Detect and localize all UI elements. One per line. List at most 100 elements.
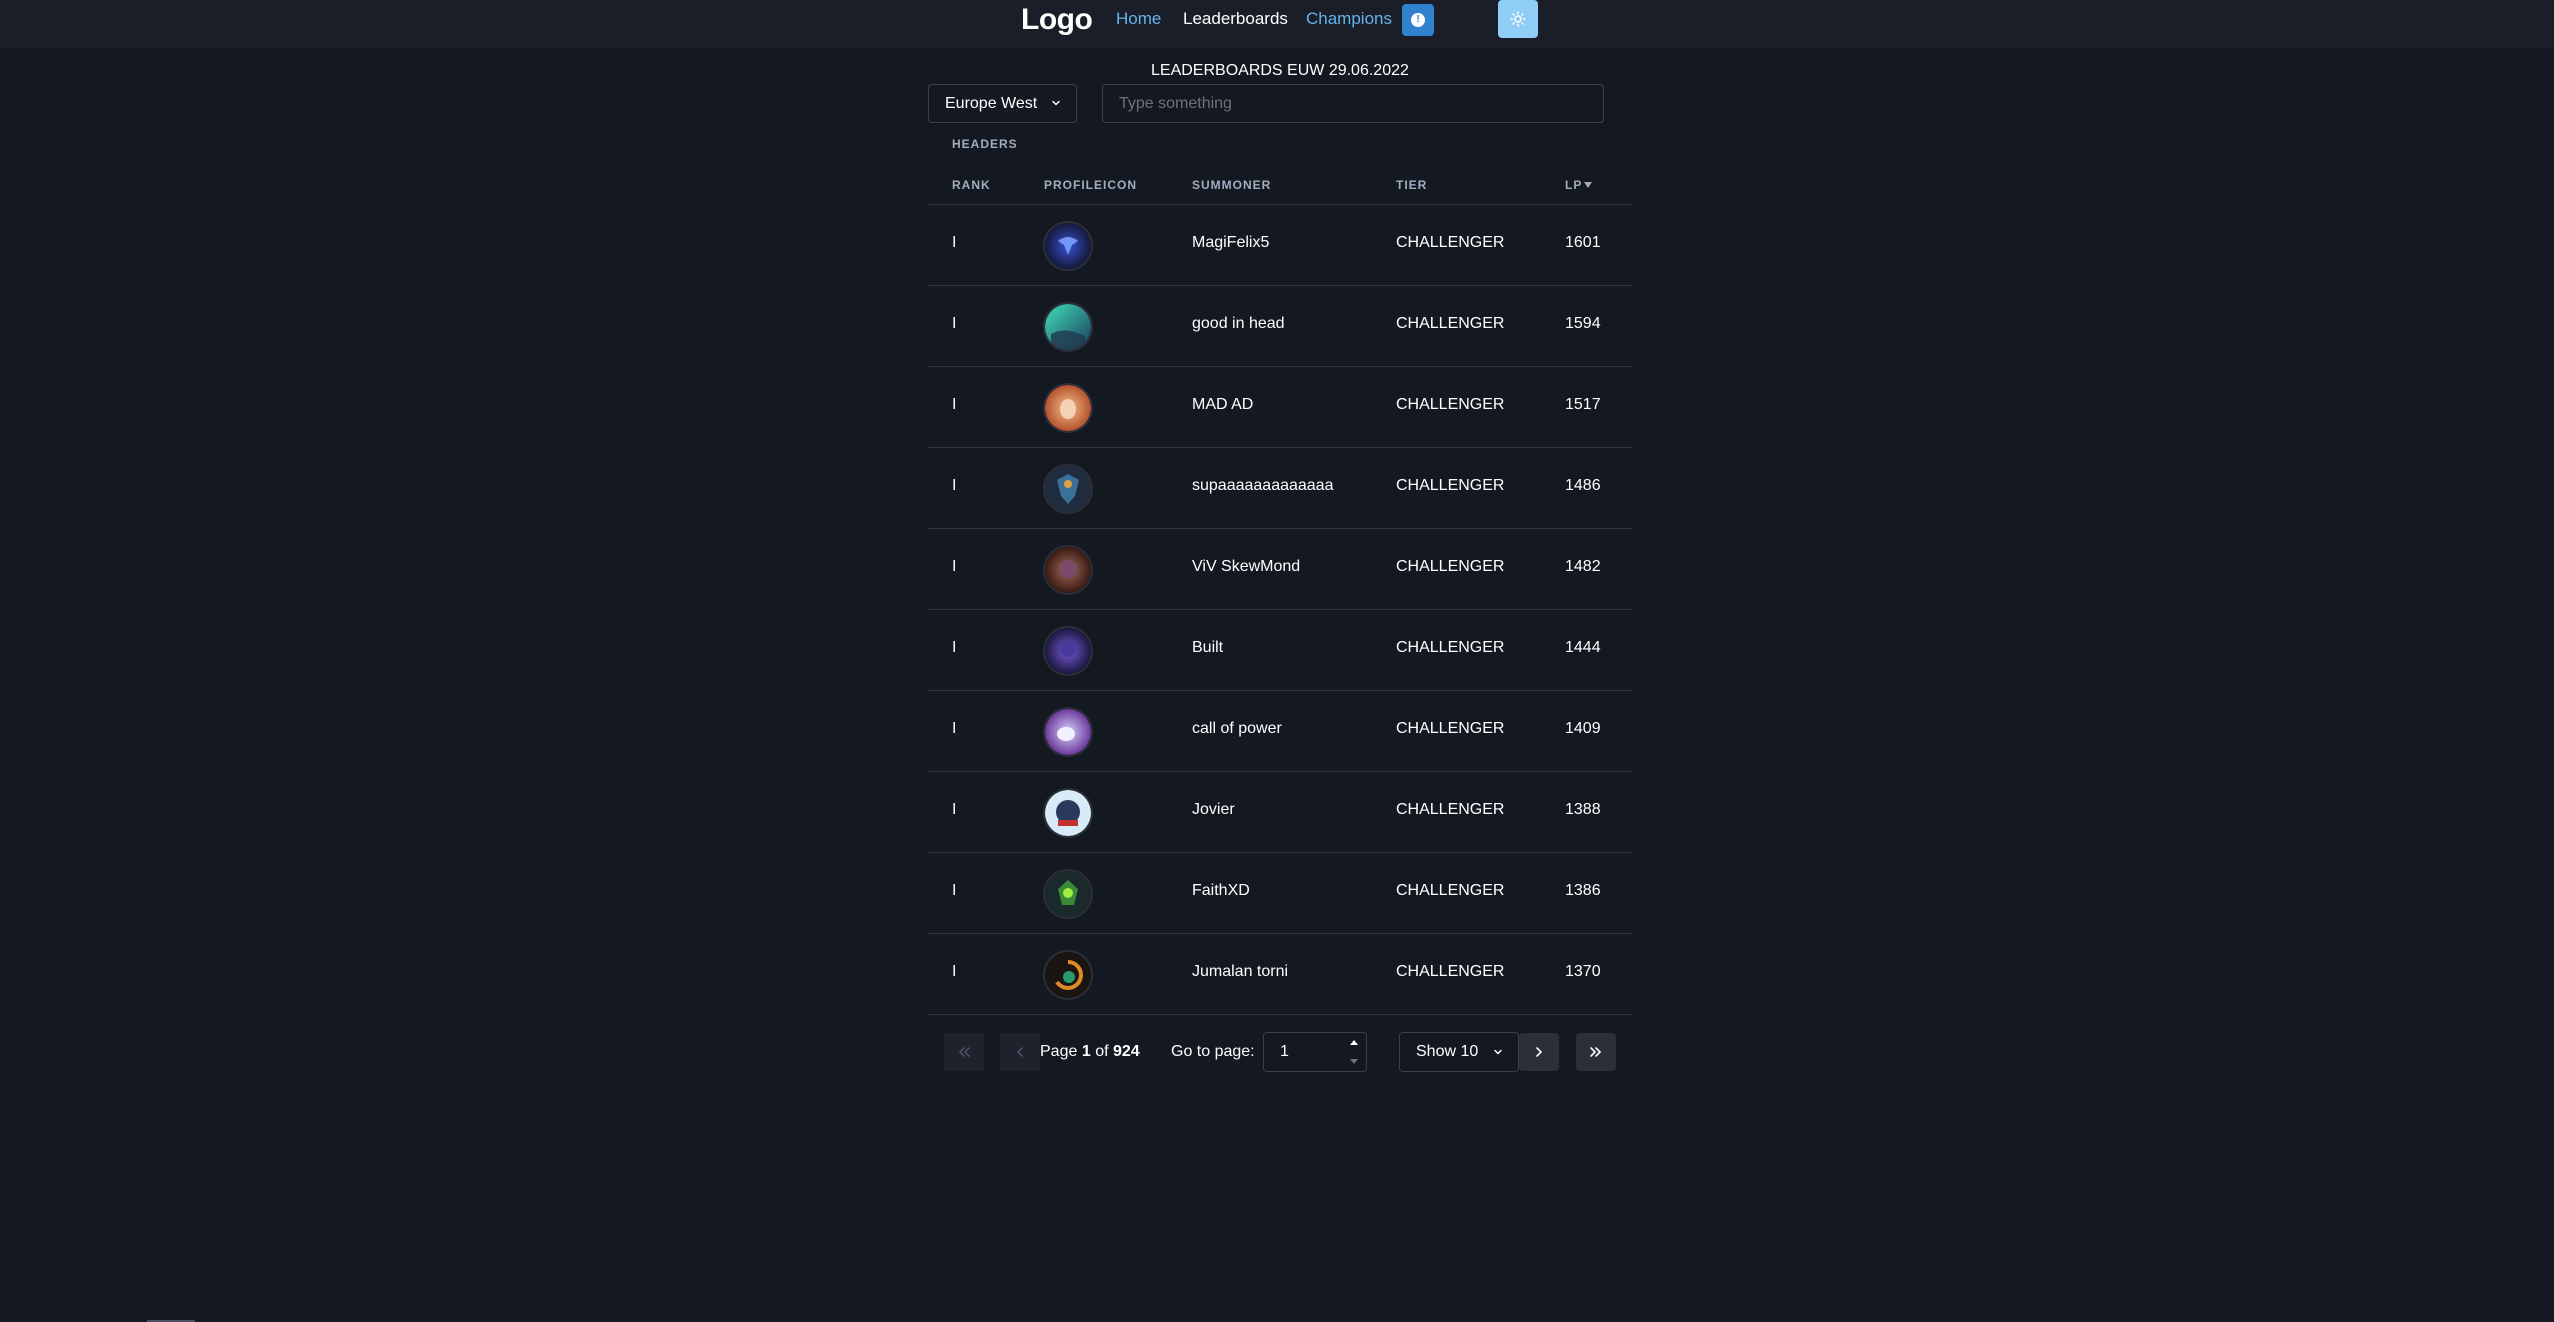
- lp-cell: 1517: [1565, 396, 1601, 413]
- summoner-name[interactable]: call of power: [1192, 720, 1282, 738]
- table-row[interactable]: I MagiFelix5 CHALLENGER 1601: [928, 205, 1632, 286]
- lp-cell: 1482: [1565, 558, 1601, 575]
- goto-page-input[interactable]: 1: [1263, 1032, 1367, 1072]
- nav-home-link[interactable]: Home: [1116, 9, 1161, 29]
- next-page-button[interactable]: [1519, 1033, 1559, 1071]
- page-prefix: Page: [1040, 1043, 1078, 1060]
- nav-leaderboards-link[interactable]: Leaderboards: [1183, 9, 1288, 29]
- profile-icon: [1043, 302, 1093, 352]
- rank-cell: I: [952, 882, 957, 899]
- table-row[interactable]: I FaithXD CHALLENGER 1386: [928, 853, 1632, 934]
- tier-cell: CHALLENGER: [1396, 558, 1505, 575]
- increment-icon[interactable]: [1349, 1039, 1359, 1046]
- summoner-name[interactable]: supaaaaaaaaaaaaa: [1192, 477, 1333, 495]
- region-select[interactable]: Europe West: [928, 84, 1077, 123]
- profile-icon: [1043, 221, 1093, 271]
- table-row[interactable]: I ViV SkewMond CHALLENGER 1482: [928, 529, 1632, 610]
- rank-cell: I: [952, 720, 957, 737]
- lp-cell: 1386: [1565, 882, 1601, 899]
- summoner-name[interactable]: Jovier: [1192, 801, 1235, 819]
- table-group-label: HEADERS: [952, 137, 1018, 151]
- goto-page-label: Go to page:: [1171, 1043, 1255, 1060]
- page-size-select[interactable]: Show 10: [1399, 1032, 1519, 1072]
- current-page: 1: [1081, 1043, 1091, 1060]
- table-row[interactable]: I call of power CHALLENGER 1409: [928, 691, 1632, 772]
- profile-icon: [1043, 545, 1093, 595]
- lp-cell: 1594: [1565, 315, 1601, 332]
- decrement-icon[interactable]: [1349, 1058, 1359, 1065]
- profile-icon: [1043, 626, 1093, 676]
- rank-cell: I: [952, 639, 957, 656]
- summoner-name[interactable]: good in head: [1192, 315, 1285, 333]
- table-row[interactable]: I supaaaaaaaaaaaaa CHALLENGER 1486: [928, 448, 1632, 529]
- summoner-name[interactable]: ViV SkewMond: [1192, 558, 1300, 576]
- tier-cell: CHALLENGER: [1396, 882, 1505, 899]
- table-row[interactable]: I Jumalan torni CHALLENGER 1370: [928, 934, 1632, 1015]
- tier-cell: CHALLENGER: [1396, 477, 1505, 494]
- logo[interactable]: Logo: [1021, 3, 1093, 37]
- lp-cell: 1486: [1565, 477, 1601, 494]
- column-header-profileicon[interactable]: PROFILEICON: [1044, 178, 1137, 192]
- table-row[interactable]: I Jovier CHALLENGER 1388: [928, 772, 1632, 853]
- lp-cell: 1409: [1565, 720, 1601, 737]
- table-row[interactable]: I good in head CHALLENGER 1594: [928, 286, 1632, 367]
- summoner-name[interactable]: Jumalan torni: [1192, 963, 1288, 981]
- profile-icon: [1043, 950, 1093, 1000]
- double-chevron-right-icon: [1590, 1047, 1602, 1057]
- chevron-down-icon: [1052, 100, 1060, 106]
- lp-cell: 1444: [1565, 639, 1601, 656]
- tier-cell: CHALLENGER: [1396, 234, 1505, 251]
- summoner-name[interactable]: MagiFelix5: [1192, 234, 1269, 252]
- nav-champions-link[interactable]: Champions: [1306, 9, 1392, 29]
- previous-page-button[interactable]: [1000, 1033, 1040, 1071]
- info-button[interactable]: !: [1402, 4, 1434, 36]
- page-of: of: [1095, 1043, 1109, 1060]
- tier-cell: CHALLENGER: [1396, 639, 1505, 656]
- page-stepper[interactable]: [1342, 1033, 1366, 1071]
- lp-cell: 1388: [1565, 801, 1601, 818]
- lp-cell: 1601: [1565, 234, 1601, 251]
- summoner-name[interactable]: FaithXD: [1192, 882, 1250, 900]
- page-title: LEADERBOARDS EUW 29.06.2022: [1151, 62, 1409, 79]
- rank-cell: I: [952, 396, 957, 413]
- chevron-down-icon: [1494, 1049, 1502, 1055]
- rank-cell: I: [952, 558, 957, 575]
- rank-cell: I: [952, 963, 957, 980]
- tier-cell: CHALLENGER: [1396, 396, 1505, 413]
- chevron-left-icon: [1016, 1047, 1023, 1057]
- sort-desc-icon: [1584, 182, 1593, 188]
- tier-cell: CHALLENGER: [1396, 801, 1505, 818]
- region-select-value: Europe West: [945, 94, 1038, 112]
- sun-icon: [1510, 11, 1526, 27]
- column-header-tier[interactable]: TIER: [1396, 178, 1427, 192]
- rank-cell: I: [952, 477, 957, 494]
- total-pages: 924: [1112, 1043, 1140, 1060]
- column-header-summoner[interactable]: SUMMONER: [1192, 178, 1271, 192]
- goto-page-value: 1: [1280, 1043, 1289, 1060]
- tier-cell: CHALLENGER: [1396, 720, 1505, 737]
- info-icon: !: [1411, 13, 1425, 27]
- column-header-lp[interactable]: LP: [1565, 178, 1593, 192]
- first-page-button[interactable]: [944, 1033, 984, 1071]
- theme-toggle-button[interactable]: [1498, 0, 1538, 38]
- double-chevron-left-icon: [958, 1047, 970, 1057]
- page-size-value: Show 10: [1416, 1043, 1479, 1060]
- table-row[interactable]: I MAD AD CHALLENGER 1517: [928, 367, 1632, 448]
- summoner-name[interactable]: MAD AD: [1192, 396, 1253, 414]
- search-input[interactable]: [1102, 84, 1604, 123]
- tier-cell: CHALLENGER: [1396, 963, 1505, 980]
- column-header-lp-label: LP: [1565, 178, 1583, 192]
- rank-cell: I: [952, 234, 957, 251]
- tier-cell: CHALLENGER: [1396, 315, 1505, 332]
- profile-icon: [1043, 869, 1093, 919]
- profile-icon: [1043, 464, 1093, 514]
- table-row[interactable]: I Built CHALLENGER 1444: [928, 610, 1632, 691]
- column-header-rank[interactable]: RANK: [952, 178, 991, 192]
- top-navbar: Logo Home Leaderboards Champions !: [0, 0, 2554, 48]
- rank-cell: I: [952, 315, 957, 332]
- profile-icon: [1043, 788, 1093, 838]
- last-page-button[interactable]: [1576, 1033, 1616, 1071]
- lp-cell: 1370: [1565, 963, 1601, 980]
- page-indicator: Page 1 of 924: [1040, 1043, 1140, 1061]
- summoner-name[interactable]: Built: [1192, 639, 1223, 657]
